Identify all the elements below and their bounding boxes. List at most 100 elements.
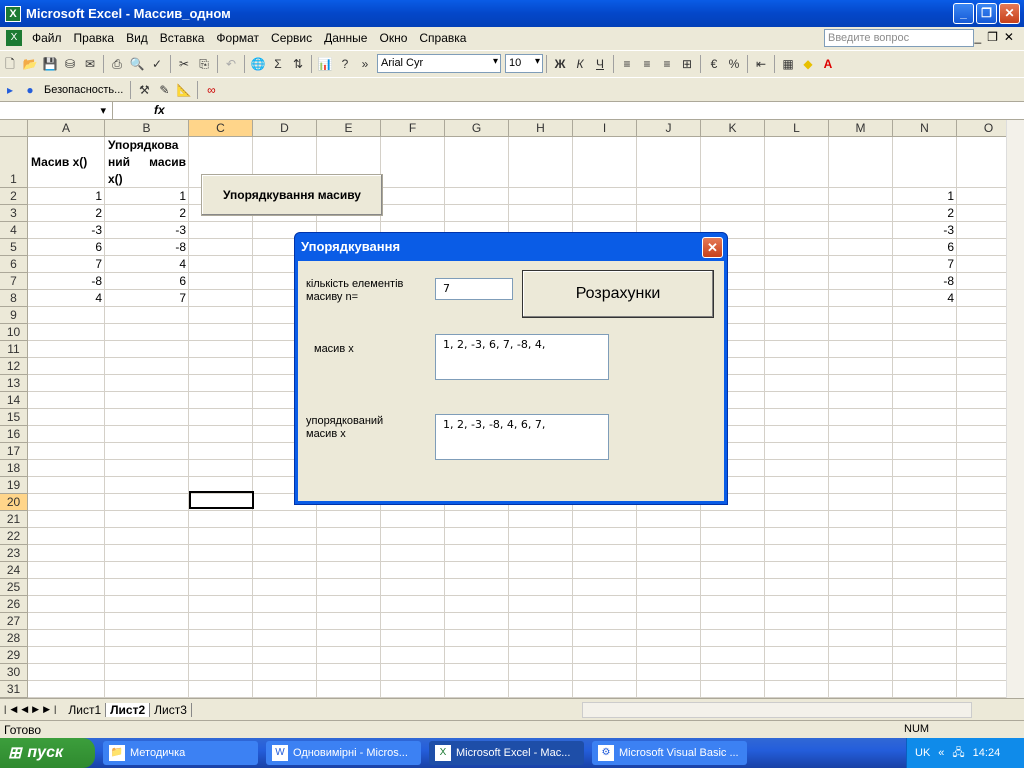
row-header-28[interactable]: 28 — [0, 630, 28, 647]
hyperlink-icon[interactable]: 🌐 — [248, 54, 268, 74]
align-right-icon[interactable]: ≡ — [657, 54, 677, 74]
minimize-button[interactable]: _ — [953, 3, 974, 24]
indent-icon[interactable]: ⇤ — [751, 54, 771, 74]
cell-b-3[interactable]: 2 — [105, 205, 189, 222]
row-header-30[interactable]: 30 — [0, 664, 28, 681]
column-header-m[interactable]: M — [829, 120, 893, 137]
borders-icon[interactable]: ▦ — [778, 54, 798, 74]
cell-a-3[interactable]: 2 — [28, 205, 105, 222]
column-header-k[interactable]: K — [701, 120, 765, 137]
row-header-21[interactable]: 21 — [0, 511, 28, 528]
align-left-icon[interactable]: ≡ — [617, 54, 637, 74]
menu-file[interactable]: Файл — [26, 31, 68, 45]
record-icon[interactable]: ● — [20, 80, 40, 100]
row-header-10[interactable]: 10 — [0, 324, 28, 341]
cell-n-6[interactable]: 7 — [893, 256, 957, 273]
calculate-button[interactable]: Розрахунки — [522, 270, 714, 318]
control-toolbox-icon[interactable]: 📐 — [174, 80, 194, 100]
copy-icon[interactable]: ⎘ — [194, 54, 214, 74]
row-header-14[interactable]: 14 — [0, 392, 28, 409]
undo-icon[interactable]: ↶ — [221, 54, 241, 74]
preview-icon[interactable]: 🔍 — [127, 54, 147, 74]
column-header-c[interactable]: C — [189, 120, 253, 137]
cell-n-7[interactable]: -8 — [893, 273, 957, 290]
column-header-g[interactable]: G — [445, 120, 509, 137]
row-header-12[interactable]: 12 — [0, 358, 28, 375]
more-options-icon[interactable]: » — [355, 54, 375, 74]
row-header-1[interactable]: 1 — [0, 137, 28, 188]
design-mode-icon[interactable]: ✎ — [154, 80, 174, 100]
task-vba[interactable]: ⚙ Microsoft Visual Basic ... — [592, 741, 747, 765]
row-header-9[interactable]: 9 — [0, 307, 28, 324]
script-editor-icon[interactable]: ∞ — [201, 80, 221, 100]
row-header-29[interactable]: 29 — [0, 647, 28, 664]
workbook-icon[interactable]: X — [6, 30, 22, 46]
vb-editor-icon[interactable]: ⚒ — [134, 80, 154, 100]
row-header-16[interactable]: 16 — [0, 426, 28, 443]
function-icon[interactable]: fx — [154, 103, 165, 117]
language-indicator[interactable]: UK — [915, 747, 930, 759]
cell-n-3[interactable]: 2 — [893, 205, 957, 222]
row-header-7[interactable]: 7 — [0, 273, 28, 290]
row-header-19[interactable]: 19 — [0, 477, 28, 494]
tab-sheet1[interactable]: Лист1 — [64, 702, 107, 717]
cell-b-8[interactable]: 7 — [105, 290, 189, 307]
currency-icon[interactable]: € — [704, 54, 724, 74]
row-header-31[interactable]: 31 — [0, 681, 28, 698]
menu-edit[interactable]: Правка — [68, 31, 121, 45]
row-header-26[interactable]: 26 — [0, 596, 28, 613]
row-header-6[interactable]: 6 — [0, 256, 28, 273]
network-icon[interactable]: 🖧 — [952, 744, 964, 763]
row-header-27[interactable]: 27 — [0, 613, 28, 630]
cell-b-2[interactable]: 1 — [105, 188, 189, 205]
email-icon[interactable]: ✉ — [80, 54, 100, 74]
row-header-13[interactable]: 13 — [0, 375, 28, 392]
column-header-n[interactable]: N — [893, 120, 957, 137]
row-header-4[interactable]: 4 — [0, 222, 28, 239]
column-header-o[interactable]: O — [957, 120, 1006, 137]
column-header-i[interactable]: I — [573, 120, 637, 137]
array-textbox[interactable]: 1, 2, -3, 6, 7, -8, 4, — [435, 334, 609, 380]
new-icon[interactable]: 🗋 — [0, 54, 20, 74]
menu-help[interactable]: Справка — [413, 31, 472, 45]
cell-n-8[interactable]: 4 — [893, 290, 957, 307]
cell-n-2[interactable]: 1 — [893, 188, 957, 205]
row-header-24[interactable]: 24 — [0, 562, 28, 579]
cell-b1[interactable]: Упорядкова ний масив x() — [105, 137, 189, 188]
row-header-15[interactable]: 15 — [0, 409, 28, 426]
row-header-20[interactable]: 20 — [0, 494, 28, 511]
dialog-close-button[interactable]: ✕ — [702, 237, 723, 258]
cell-n-4[interactable]: -3 — [893, 222, 957, 239]
italic-button[interactable]: К — [570, 54, 590, 74]
font-name-select[interactable]: Arial Cyr — [377, 54, 501, 73]
row-header-5[interactable]: 5 — [0, 239, 28, 256]
menu-data[interactable]: Данные — [318, 31, 373, 45]
bold-button[interactable]: Ж — [550, 54, 570, 74]
row-header-8[interactable]: 8 — [0, 290, 28, 307]
run-icon[interactable]: ▸ — [0, 80, 20, 100]
help-search-input[interactable]: Введите вопрос — [824, 29, 974, 47]
cell-a1[interactable]: Масив x() — [28, 154, 105, 171]
menu-tools[interactable]: Сервис — [265, 31, 318, 45]
underline-button[interactable]: Ч — [590, 54, 610, 74]
tray-expand-icon[interactable]: « — [938, 747, 944, 759]
row-header-22[interactable]: 22 — [0, 528, 28, 545]
open-icon[interactable]: 📂 — [20, 54, 40, 74]
n-input[interactable]: 7 — [435, 278, 513, 300]
row-header-18[interactable]: 18 — [0, 460, 28, 477]
column-header-h[interactable]: H — [509, 120, 573, 137]
column-header-a[interactable]: A — [28, 120, 105, 137]
task-excel[interactable]: X Microsoft Excel - Мас... — [429, 741, 584, 765]
cell-b-4[interactable]: -3 — [105, 222, 189, 239]
cell-b-5[interactable]: -8 — [105, 239, 189, 256]
cell-a-7[interactable]: -8 — [28, 273, 105, 290]
cell-a-2[interactable]: 1 — [28, 188, 105, 205]
horizontal-scrollbar[interactable] — [581, 701, 972, 718]
cell-a-8[interactable]: 4 — [28, 290, 105, 307]
column-header-b[interactable]: B — [105, 120, 189, 137]
column-header-f[interactable]: F — [381, 120, 445, 137]
cell-a-4[interactable]: -3 — [28, 222, 105, 239]
name-box[interactable] — [0, 102, 113, 119]
vertical-scrollbar[interactable] — [1006, 120, 1024, 698]
column-header-d[interactable]: D — [253, 120, 317, 137]
